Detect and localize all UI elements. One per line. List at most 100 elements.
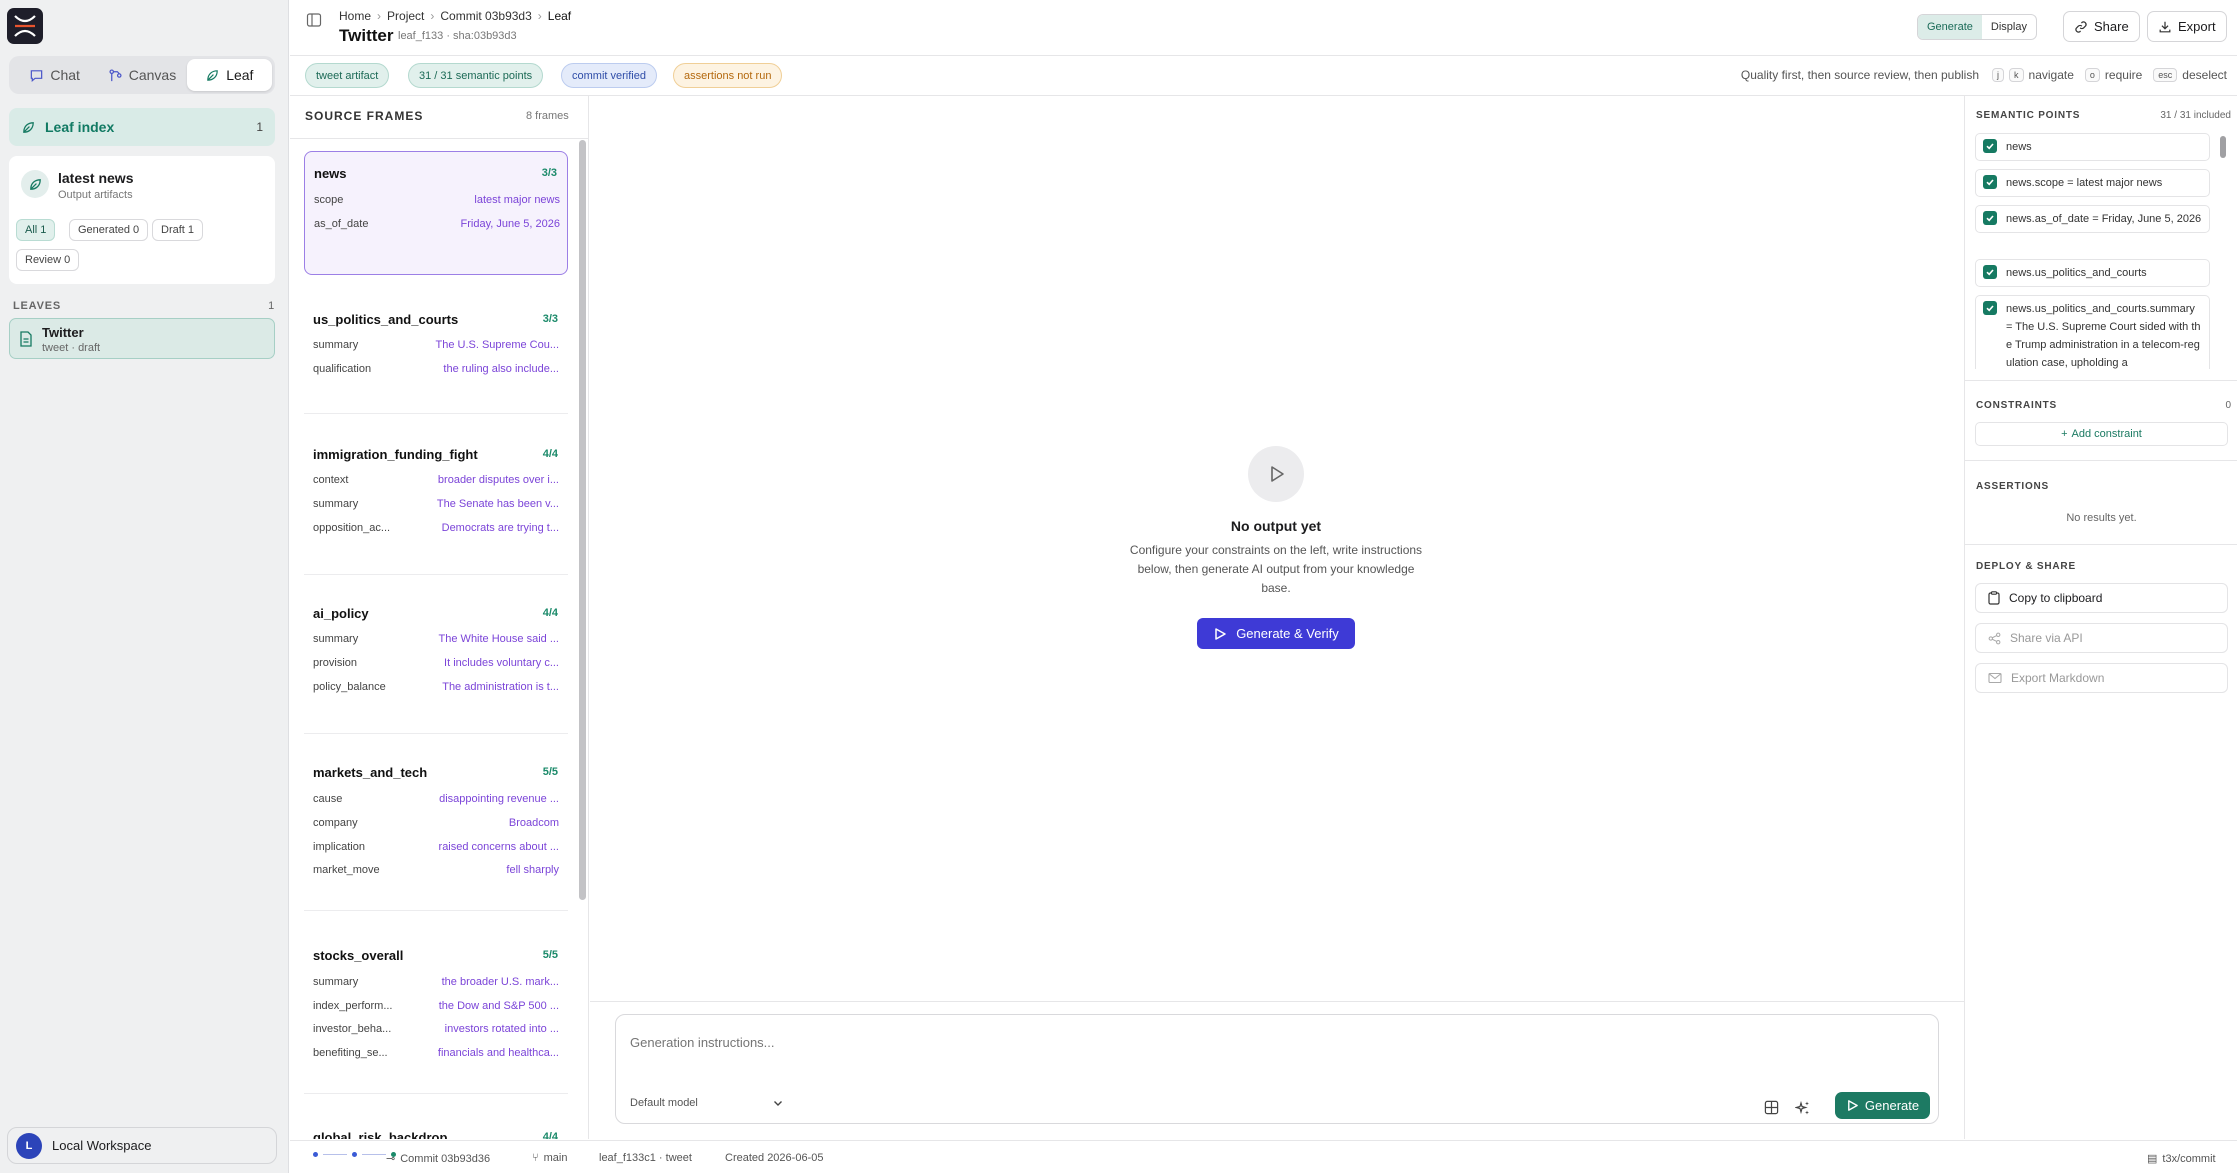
chevron-right-icon: › (537, 9, 542, 23)
sidebar: Chat Canvas Leaf Leaf index 1 latest new… (0, 0, 289, 1173)
semantic-point[interactable]: news.us_politics_and_courts.summary = Th… (1975, 295, 2210, 369)
sparkles-icon[interactable] (1795, 1100, 1811, 1116)
frame-global-risk[interactable]: global_risk_backdrop 4/4 (304, 1116, 568, 1139)
frame-us-politics[interactable]: us_politics_and_courts 3/3 summary The U.… (304, 298, 568, 414)
avatar: L (16, 1132, 42, 1159)
export-markdown-label: Export Markdown (2011, 671, 2105, 685)
frame-field: summary The White House said ... (313, 633, 559, 645)
semantic-point[interactable]: news (1975, 133, 2210, 161)
frame-field: summary The U.S. Supreme Cou... (313, 339, 559, 351)
add-constraint-button[interactable]: + Add constraint (1975, 422, 2228, 446)
breadcrumb-leaf: Leaf (547, 9, 572, 23)
filter-generated[interactable]: Generated 0 (69, 219, 149, 241)
source-frames-count: 8 frames (526, 110, 569, 122)
workspace-switcher[interactable]: L Local Workspace (7, 1127, 277, 1164)
copy-clipboard-button[interactable]: Copy to clipboard (1975, 583, 2228, 613)
mode-chat[interactable]: Chat (12, 59, 97, 91)
divider (1965, 460, 2237, 461)
export-markdown-button[interactable]: Export Markdown (1975, 663, 2228, 693)
status-commit[interactable]: ⊸ Commit 03b93d36 (386, 1152, 490, 1166)
mode-leaf[interactable]: Leaf (186, 59, 272, 91)
frame-name: markets_and_tech (313, 765, 428, 780)
frame-field: company Broadcom (313, 817, 559, 829)
share-button[interactable]: Share (2063, 11, 2140, 42)
mode-canvas[interactable]: Canvas (99, 59, 184, 91)
model-select-label: Default model (630, 1097, 698, 1109)
leaves-header-count: 1 (268, 300, 275, 312)
generate-verify-button[interactable]: Generate & Verify (1197, 618, 1355, 649)
export-button[interactable]: Export (2147, 11, 2227, 42)
mail-icon (1988, 672, 2002, 684)
mode-generate-tab[interactable]: Generate (1918, 15, 1982, 39)
share-api-button[interactable]: Share via API (1975, 623, 2228, 653)
source-frames-title: SOURCE FRAMES (305, 109, 424, 123)
mode-display-tab[interactable]: Display (1982, 15, 2036, 39)
semantic-point-label: news.scope = latest major news (2006, 177, 2163, 189)
app-logo[interactable] (7, 8, 43, 44)
workspace-label: Local Workspace (52, 1138, 152, 1153)
mode-switcher: Chat Canvas Leaf (9, 56, 275, 94)
checkbox-checked[interactable] (1983, 211, 1997, 225)
frame-news[interactable]: news 3/3 scope latest major news as_of_da… (304, 151, 568, 275)
status-branch[interactable]: ⑂ main (532, 1152, 567, 1164)
mode-canvas-label: Canvas (128, 67, 177, 83)
chevron-down-icon (773, 1101, 782, 1106)
plus-icon: + (2061, 428, 2068, 440)
status-app[interactable]: ▤ t3x/commit (2147, 1152, 2216, 1166)
frames-scrollbar[interactable] (577, 138, 587, 1139)
frame-field: investor_beha... investors rotated into .… (313, 1023, 559, 1035)
frame-name: us_politics_and_courts (313, 312, 459, 327)
frame-name: news (314, 166, 347, 181)
breadcrumb-home[interactable]: Home (339, 9, 371, 23)
breadcrumb-commit[interactable]: Commit 03b93d3 (440, 9, 531, 23)
kbd-j: j (1992, 68, 2005, 82)
divider (1965, 544, 2237, 545)
empty-state-title: No output yet (1230, 518, 1322, 534)
divider (290, 138, 588, 139)
commit-icon: ⊸ (386, 1153, 396, 1165)
generate-verify-label: Generate & Verify (1236, 626, 1339, 641)
checkbox-checked[interactable] (1983, 301, 1997, 315)
assertions-empty: No results yet. (2066, 512, 2137, 524)
kbd-o: o (2084, 68, 2100, 82)
frame-field: provision It includes voluntary c... (313, 657, 559, 669)
frame-markets[interactable]: markets_and_tech 5/5 cause disappointing … (304, 751, 568, 911)
pill-semantic-points: 31 / 31 semantic points (408, 63, 544, 88)
frame-count: 5/5 (542, 949, 558, 961)
frame-ai-policy[interactable]: ai_policy 4/4 summary The White House sai… (304, 592, 568, 734)
semantic-point[interactable]: news.as_of_date = Friday, June 5, 2026 (1975, 205, 2210, 233)
frame-stocks[interactable]: stocks_overall 5/5 summary the broader U.… (304, 934, 568, 1094)
sidebar-toggle-icon[interactable] (306, 12, 322, 28)
leaf-item-twitter[interactable]: Twitter tweet · draft (9, 318, 275, 359)
model-select[interactable]: Default model (630, 1097, 784, 1109)
filter-all[interactable]: All 1 (16, 219, 56, 241)
semantic-point[interactable]: news.scope = latest major news (1975, 169, 2210, 197)
semantic-point[interactable]: news.us_politics_and_courts (1975, 259, 2210, 287)
semantic-points-scrollbar[interactable] (2218, 96, 2228, 376)
semantic-point-label: news (2006, 141, 2032, 153)
instructions-input[interactable] (630, 1035, 1430, 1050)
leaf-index[interactable]: Leaf index 1 (9, 108, 275, 146)
keyboard-hints: Quality first, then source review, then … (1741, 68, 2227, 82)
status-branch-label: main (543, 1152, 568, 1164)
assertions-title: ASSERTIONS (1976, 481, 2050, 492)
checkbox-checked[interactable] (1983, 139, 1997, 153)
chat-icon (31, 69, 43, 82)
generate-button[interactable]: Generate (1835, 1092, 1930, 1119)
checkbox-checked[interactable] (1983, 175, 1997, 189)
frame-field: benefiting_se... financials and healthca.… (313, 1047, 559, 1059)
constraints-title: CONSTRAINTS (1976, 400, 2058, 411)
status-created: Created 2026-06-05 (725, 1152, 824, 1164)
frame-field: cause disappointing revenue ... (313, 793, 559, 805)
breadcrumb-project[interactable]: Project (387, 9, 424, 23)
frame-field: summary The Senate has been v... (313, 498, 559, 510)
filter-review[interactable]: Review 0 (16, 249, 80, 271)
checkbox-checked[interactable] (1983, 265, 1997, 279)
filter-draft[interactable]: Draft 1 (152, 219, 204, 241)
frame-count: 3/3 (541, 167, 557, 179)
frame-immigration[interactable]: immigration_funding_fight 4/4 context bro… (304, 433, 568, 575)
instructions-box: Default model Generate (615, 1014, 1939, 1124)
table-icon[interactable] (1764, 1100, 1779, 1115)
play-icon (1847, 1100, 1858, 1111)
kbd-require-label: require (2104, 68, 2143, 82)
